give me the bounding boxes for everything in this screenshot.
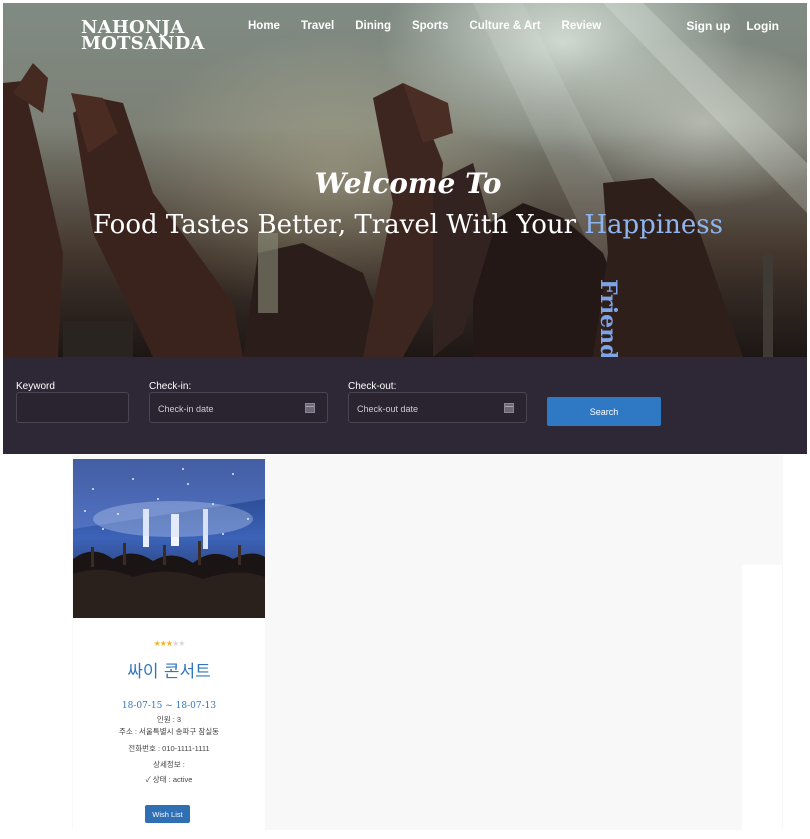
event-address: 주소 : 서울특별시 송파구 잠실동 bbox=[118, 727, 220, 736]
nav-sports[interactable]: Sports bbox=[412, 20, 448, 32]
event-status: ✓ 상태 : active bbox=[145, 775, 193, 784]
event-phone: 전화번호 : 010-1111-1111 bbox=[128, 744, 210, 753]
checkin-label: Check-in: bbox=[149, 381, 192, 392]
keyword-input[interactable] bbox=[16, 392, 129, 423]
wish-list-button[interactable]: Wish List bbox=[145, 805, 190, 823]
event-details: 상세정보 : bbox=[153, 760, 185, 769]
brand-line-2: MOTSANDA bbox=[81, 33, 205, 54]
signup-link[interactable]: Sign up bbox=[686, 19, 730, 33]
brand-logo[interactable]: NAHONJA MOTSANDA bbox=[81, 19, 205, 54]
nav-culture-art[interactable]: Culture & Art bbox=[469, 20, 540, 32]
decorative-shape bbox=[742, 565, 782, 835]
event-title[interactable]: 싸이 콘서트 bbox=[73, 657, 265, 682]
checkout-label: Check-out: bbox=[348, 381, 397, 392]
welcome-heading: Welcome To bbox=[314, 167, 502, 200]
event-dates: 18-07-15 ~ 18-07-13 bbox=[121, 701, 217, 711]
nav-home[interactable]: Home bbox=[248, 20, 280, 32]
concert-stage-image bbox=[73, 459, 265, 618]
login-link[interactable]: Login bbox=[746, 19, 779, 33]
star-empty-icon: ★ bbox=[178, 639, 185, 648]
calendar-icon[interactable] bbox=[504, 403, 514, 413]
checkout-placeholder: Check-out date bbox=[357, 404, 419, 414]
rating-stars: ★★★★★ bbox=[73, 639, 265, 648]
nav-travel[interactable]: Travel bbox=[301, 20, 334, 32]
main-nav: Home Travel Dining Sports Culture & Art … bbox=[248, 20, 622, 32]
auth-links: Sign up Login bbox=[686, 19, 779, 33]
event-people: 인원 : 3 bbox=[156, 715, 182, 724]
hero-banner: NAHONJA MOTSANDA Home Travel Dining Spor… bbox=[3, 3, 807, 357]
event-image[interactable] bbox=[73, 459, 265, 618]
nav-dining[interactable]: Dining bbox=[355, 20, 391, 32]
calendar-icon[interactable] bbox=[305, 403, 315, 413]
keyword-label: Keyword bbox=[16, 381, 55, 392]
checkin-placeholder: Check-in date bbox=[158, 404, 214, 414]
checkout-date-input[interactable]: Check-out date bbox=[348, 392, 527, 423]
hero-tagline: Food Tastes Better, Travel With Your Hap… bbox=[3, 210, 807, 240]
tagline-highlight: Happiness bbox=[584, 210, 723, 240]
event-card[interactable]: ★★★★★ 싸이 콘서트 18-07-15 ~ 18-07-13 인원 : 3 … bbox=[73, 459, 265, 830]
nav-review[interactable]: Review bbox=[562, 20, 602, 32]
search-bar: Keyword Check-in: Check-in date Check-ou… bbox=[3, 357, 807, 454]
results-section: ★★★★★ 싸이 콘서트 18-07-15 ~ 18-07-13 인원 : 3 … bbox=[0, 455, 810, 839]
vertical-rotating-word: Friend bbox=[595, 279, 621, 357]
search-button[interactable]: Search bbox=[547, 397, 661, 426]
checkin-date-input[interactable]: Check-in date bbox=[149, 392, 328, 423]
tagline-main: Food Tastes Better, Travel With Your bbox=[93, 210, 585, 240]
